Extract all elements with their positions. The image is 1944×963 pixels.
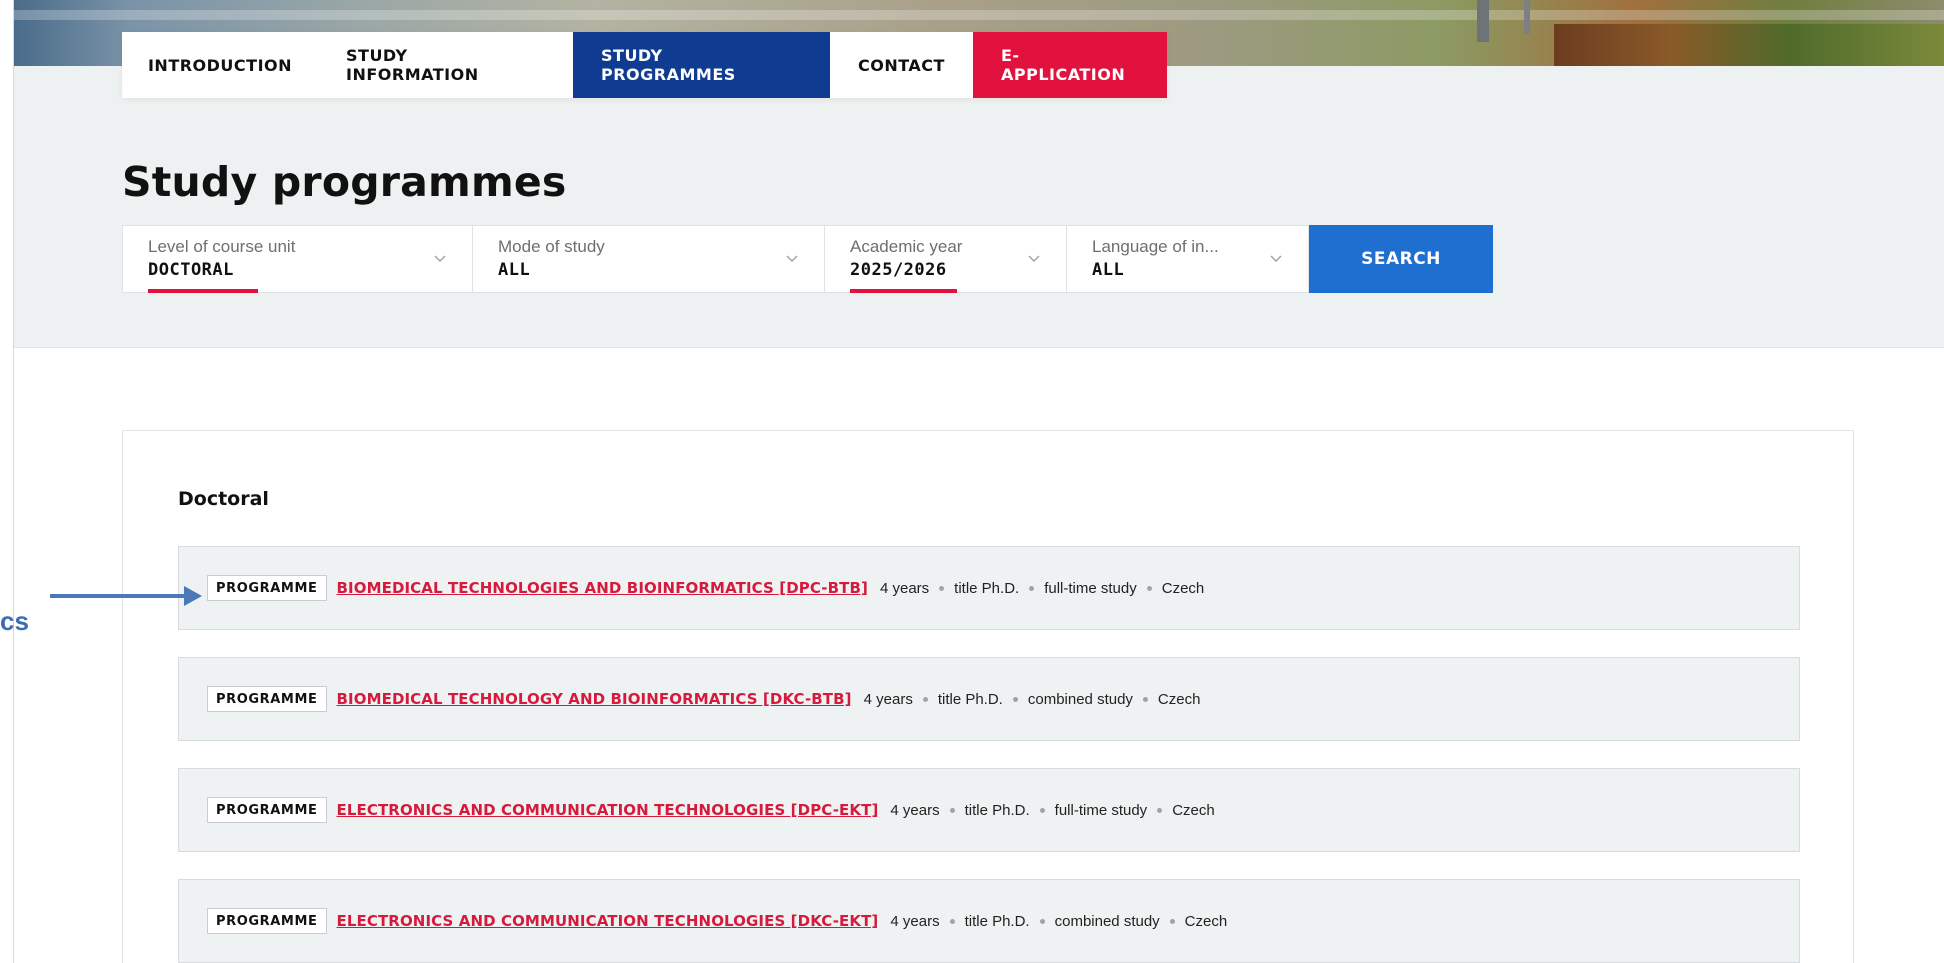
separator-dot	[1146, 585, 1152, 591]
separator-dot	[1157, 807, 1163, 813]
mode-of-study-select[interactable]: Mode of study ALL	[472, 225, 824, 293]
study-mode-text: full-time study	[1044, 579, 1137, 597]
filter-label: Mode of study	[498, 237, 605, 256]
list-item: PROGRAMME ELECTRONICS AND COMMUNICATION …	[178, 879, 1800, 963]
programme-link[interactable]: BIOMEDICAL TECHNOLOGIES AND BIOINFORMATI…	[337, 579, 868, 597]
separator-dot	[922, 696, 928, 702]
programme-link[interactable]: ELECTRONICS AND COMMUNICATION TECHNOLOGI…	[337, 801, 879, 819]
highlight-underline	[850, 289, 957, 293]
separator-dot	[1039, 918, 1045, 924]
language-text: Czech	[1157, 690, 1201, 708]
list-item: PROGRAMME BIOMEDICAL TECHNOLOGIES AND BI…	[178, 546, 1800, 630]
separator-dot	[939, 585, 945, 591]
study-mode-text: full-time study	[1054, 801, 1148, 819]
chevron-down-icon	[1028, 255, 1040, 262]
filter-band	[14, 66, 1944, 348]
programme-meta: 4 years title Ph.D. combined study Czech	[864, 691, 1201, 708]
duration-text: 4 years	[863, 690, 913, 708]
programme-meta: 4 years title Ph.D. full-time study Czec…	[890, 802, 1214, 819]
programme-badge: PROGRAMME	[207, 908, 327, 934]
tab-e-application[interactable]: E-APPLICATION	[973, 32, 1167, 98]
filter-label: Language of in...	[1092, 237, 1219, 256]
separator-dot	[1029, 585, 1035, 591]
tab-introduction[interactable]: INTRODUCTION	[122, 32, 318, 98]
filter-label: Academic year	[850, 237, 963, 256]
list-item: PROGRAMME ELECTRONICS AND COMMUNICATION …	[178, 768, 1800, 852]
tab-study-information[interactable]: STUDY INFORMATION	[318, 32, 573, 98]
study-mode-text: combined study	[1027, 690, 1133, 708]
programme-meta: 4 years title Ph.D. full-time study Czec…	[880, 580, 1204, 597]
programme-badge: PROGRAMME	[207, 575, 327, 601]
programme-badge: PROGRAMME	[207, 797, 327, 823]
language-of-instruction-select[interactable]: Language of in... ALL	[1066, 225, 1309, 293]
left-edge-strip	[0, 0, 14, 963]
section-title: Doctoral	[178, 488, 269, 510]
chevron-down-icon	[434, 255, 446, 262]
degree-title-text: title Ph.D.	[964, 801, 1030, 819]
filter-value: 2025/2026	[850, 260, 947, 280]
chevron-down-icon	[1270, 255, 1282, 262]
chevron-down-icon	[786, 255, 798, 262]
filter-row: Level of course unit DOCTORAL Mode of st…	[122, 225, 1493, 293]
filter-value: ALL	[1092, 260, 1125, 280]
page-title: Study programmes	[122, 158, 567, 206]
programme-badge: PROGRAMME	[207, 686, 327, 712]
degree-title-text: title Ph.D.	[937, 690, 1003, 708]
tab-study-programmes[interactable]: STUDY PROGRAMMES	[573, 32, 830, 98]
programme-link[interactable]: BIOMEDICAL TECHNOLOGY AND BIOINFORMATICS…	[337, 690, 852, 708]
duration-text: 4 years	[890, 912, 940, 930]
duration-text: 4 years	[890, 801, 940, 819]
level-of-course-unit-select[interactable]: Level of course unit DOCTORAL	[122, 225, 472, 293]
programme-meta: 4 years title Ph.D. combined study Czech	[890, 913, 1227, 930]
separator-dot	[1142, 696, 1148, 702]
annotation-text: cs	[0, 606, 29, 636]
separator-dot	[1169, 918, 1175, 924]
arrow-right-icon	[50, 586, 202, 606]
filter-value: DOCTORAL	[148, 260, 234, 280]
degree-title-text: title Ph.D.	[954, 579, 1020, 597]
degree-title-text: title Ph.D.	[964, 912, 1030, 930]
tab-contact[interactable]: CONTACT	[830, 32, 973, 98]
language-text: Czech	[1161, 579, 1205, 597]
highlight-underline	[148, 289, 258, 293]
results-card: Doctoral PROGRAMME BIOMEDICAL TECHNOLOGI…	[122, 430, 1854, 963]
search-button[interactable]: SEARCH	[1309, 225, 1493, 293]
separator-dot	[1012, 696, 1018, 702]
language-text: Czech	[1172, 801, 1215, 819]
list-item: PROGRAMME BIOMEDICAL TECHNOLOGY AND BIOI…	[178, 657, 1800, 741]
academic-year-select[interactable]: Academic year 2025/2026	[824, 225, 1066, 293]
main-nav: INTRODUCTION STUDY INFORMATION STUDY PRO…	[122, 32, 1167, 98]
separator-dot	[949, 918, 955, 924]
programme-link[interactable]: ELECTRONICS AND COMMUNICATION TECHNOLOGI…	[337, 912, 879, 930]
separator-dot	[1039, 807, 1045, 813]
study-mode-text: combined study	[1054, 912, 1160, 930]
separator-dot	[949, 807, 955, 813]
filter-value: ALL	[498, 260, 531, 280]
language-text: Czech	[1184, 912, 1228, 930]
filter-label: Level of course unit	[148, 237, 296, 256]
duration-text: 4 years	[879, 579, 930, 597]
